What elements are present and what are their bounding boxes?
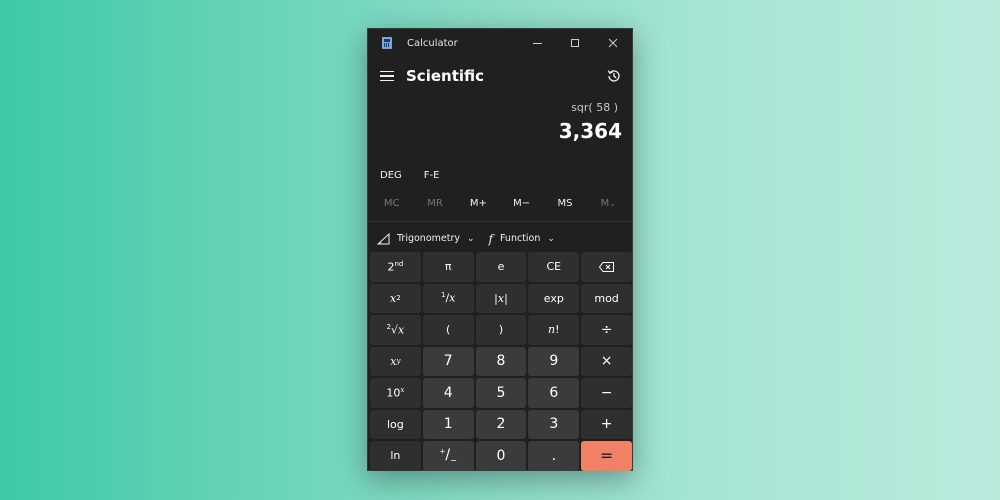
digit-1-button[interactable]: 1 — [422, 409, 474, 439]
decimal-button[interactable]: . — [528, 441, 580, 471]
maximize-icon — [571, 39, 579, 47]
negate-button[interactable]: +/− — [422, 441, 474, 471]
ln-button[interactable]: ln — [370, 441, 421, 471]
square-button[interactable]: x2 — [370, 283, 421, 313]
minimize-icon — [532, 42, 542, 44]
window-title: Calculator — [407, 37, 458, 49]
memory-store-button[interactable]: MS — [543, 198, 586, 209]
right-paren-button[interactable]: ) — [475, 315, 527, 345]
digit-7-button[interactable]: 7 — [422, 346, 474, 376]
history-icon[interactable] — [606, 68, 622, 84]
chevron-down-icon: ⌄ — [547, 233, 555, 244]
maximize-button[interactable] — [556, 29, 594, 57]
ten-power-button[interactable]: 10x — [370, 378, 421, 408]
square-root-button[interactable]: 2√x — [370, 315, 421, 345]
memory-recall-button[interactable]: MR — [413, 198, 456, 209]
minimize-button[interactable] — [518, 29, 556, 57]
digit-8-button[interactable]: 8 — [475, 346, 527, 376]
trigonometry-label: Trigonometry — [397, 233, 460, 244]
add-button[interactable]: + — [581, 409, 632, 439]
mode-title: Scientific — [406, 67, 485, 85]
second-function-button[interactable]: 2nd — [370, 252, 421, 282]
memory-clear-button[interactable]: MC — [370, 198, 413, 209]
log-button[interactable]: log — [370, 409, 421, 439]
triangle-ruler-icon — [377, 232, 390, 244]
backspace-button[interactable] — [581, 252, 632, 282]
digit-6-button[interactable]: 6 — [528, 378, 580, 408]
memory-list-label: M — [600, 197, 610, 209]
trigonometry-dropdown[interactable]: Trigonometry ⌄ — [377, 232, 475, 245]
digit-0-button[interactable]: 0 — [475, 441, 527, 471]
e-button[interactable]: e — [475, 252, 527, 282]
chevron-down-icon: ⌄ — [466, 233, 475, 244]
calculator-app-icon — [382, 37, 392, 49]
pi-button[interactable]: π — [422, 252, 474, 282]
fe-notation-button[interactable]: F-E — [424, 170, 440, 181]
backspace-icon — [599, 261, 615, 272]
function-label: Function — [499, 233, 541, 244]
absolute-value-button[interactable]: |x| — [475, 283, 527, 313]
calculator-window: Calculator Scientific sqr( 58 ) 3,364 DE… — [367, 28, 633, 471]
clear-entry-button[interactable]: CE — [528, 252, 580, 282]
digit-9-button[interactable]: 9 — [528, 346, 580, 376]
left-paren-button[interactable]: ( — [422, 315, 474, 345]
digit-4-button[interactable]: 4 — [422, 378, 474, 408]
keypad: 2nd π e CE x2 1/x |x| exp mod 2√x ( ) n!… — [370, 252, 632, 471]
expression-display: sqr( 58 ) — [571, 101, 618, 114]
divide-button[interactable]: ÷ — [581, 315, 632, 345]
memory-add-button[interactable]: M+ — [457, 198, 500, 209]
result-display: 3,364 — [558, 119, 622, 143]
mod-button[interactable]: mod — [581, 283, 632, 313]
subtract-button[interactable]: − — [581, 378, 632, 408]
exp-button[interactable]: exp — [528, 283, 580, 313]
multiply-button[interactable]: × — [581, 346, 632, 376]
function-dropdown[interactable]: f Function ⌄ — [489, 232, 555, 246]
factorial-button[interactable]: n! — [528, 315, 580, 345]
angle-unit-button[interactable]: DEG — [380, 170, 402, 181]
close-icon — [608, 38, 618, 48]
close-button[interactable] — [594, 29, 632, 57]
digit-2-button[interactable]: 2 — [475, 409, 527, 439]
equals-button[interactable]: = — [581, 441, 632, 471]
memory-subtract-button[interactable]: M− — [500, 198, 543, 209]
digit-3-button[interactable]: 3 — [528, 409, 580, 439]
chevron-down-icon: ⌄ — [609, 198, 616, 208]
title-bar[interactable]: Calculator — [368, 29, 632, 57]
function-icon: f — [488, 231, 493, 246]
digit-5-button[interactable]: 5 — [475, 378, 527, 408]
memory-list-button[interactable]: M⌄ — [587, 198, 630, 209]
reciprocal-button[interactable]: 1/x — [422, 283, 474, 313]
power-button[interactable]: xy — [370, 346, 421, 376]
navigation-menu-button[interactable] — [380, 71, 394, 81]
